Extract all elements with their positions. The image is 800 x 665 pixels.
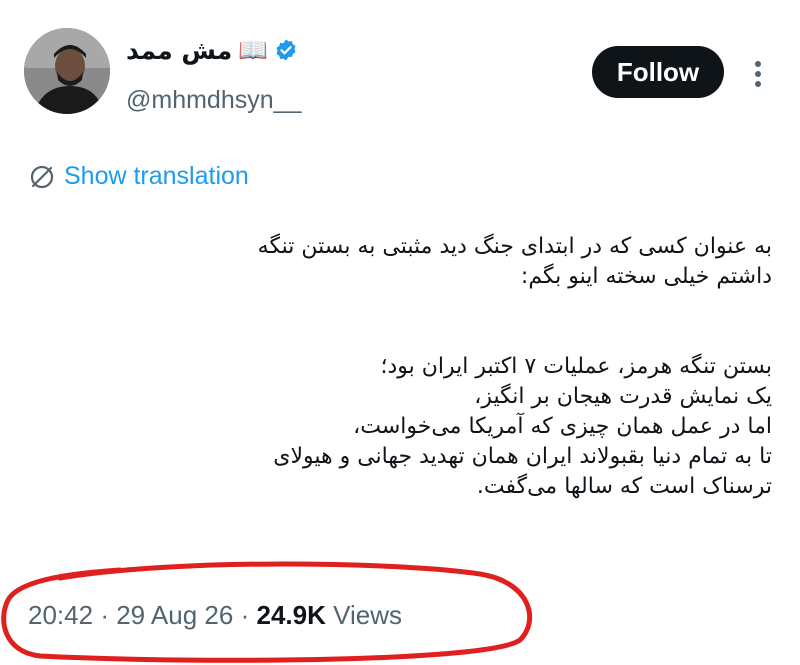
author-handle[interactable]: @mhmdhsyn__ — [126, 86, 301, 115]
tweet-paragraph-1: به عنوان کسی که در ابتدای جنگ دید مثبتی … — [257, 234, 772, 289]
show-translation-label[interactable]: Show translation — [64, 162, 249, 191]
tweet-meta: 20:42 · 29 Aug 26 · 24.9K Views — [28, 600, 402, 631]
verified-badge-icon — [274, 38, 298, 62]
tweet-paragraph-2: بستن تنگه هرمز، عملیات ۷ اکتبر ایران بود… — [273, 354, 772, 499]
views-label: Views — [333, 600, 402, 630]
show-translation-link[interactable]: Show translation — [28, 162, 249, 191]
views-count: 24.9K — [256, 600, 326, 630]
tweet-time[interactable]: 20:42 — [28, 600, 93, 630]
tweet-date[interactable]: 29 Aug 26 — [116, 600, 233, 630]
meta-separator: · — [100, 600, 109, 630]
more-vertical-icon[interactable] — [748, 54, 768, 94]
book-emoji: 📖 — [238, 36, 269, 64]
display-name[interactable]: مش ممد — [126, 36, 232, 65]
follow-button[interactable]: Follow — [592, 46, 724, 98]
tweet-text: به عنوان کسی که در ابتدای جنگ دید مثبتی … — [22, 232, 772, 502]
translate-globe-icon — [28, 163, 56, 191]
author-name-row[interactable]: مش ممد 📖 — [126, 30, 298, 70]
avatar[interactable] — [24, 28, 110, 114]
meta-separator: · — [240, 600, 250, 630]
